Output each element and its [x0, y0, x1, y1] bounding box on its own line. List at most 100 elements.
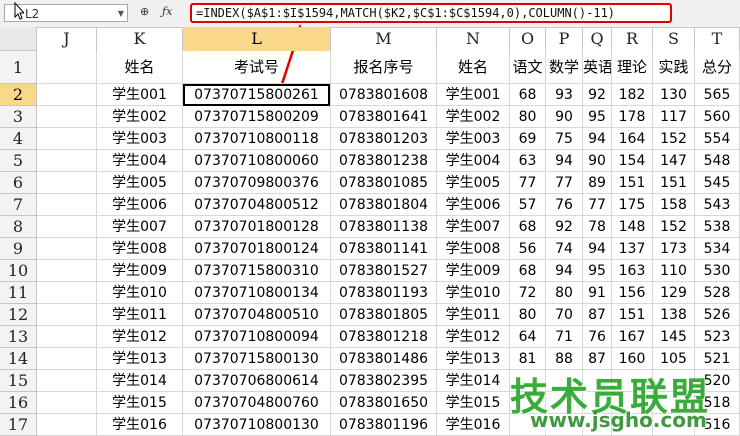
cell-t7[interactable]: 543: [695, 194, 740, 216]
cell-k15[interactable]: 学生014: [97, 370, 183, 392]
cell-l15[interactable]: 07370706800614: [183, 370, 331, 392]
cell-j12[interactable]: [37, 304, 97, 326]
cell-q11[interactable]: 91: [583, 282, 612, 304]
header-cell-m[interactable]: 报名序号: [331, 51, 437, 84]
cell-j11[interactable]: [37, 282, 97, 304]
cell-l6[interactable]: 07370709800376: [183, 172, 331, 194]
header-cell-n[interactable]: 姓名: [437, 51, 510, 84]
cell-o4[interactable]: 69: [510, 128, 546, 150]
cell-q9[interactable]: 94: [583, 238, 612, 260]
row-header-6[interactable]: 6: [0, 172, 37, 194]
cell-l14[interactable]: 07370715800130: [183, 348, 331, 370]
select-all-corner[interactable]: [0, 27, 37, 51]
cell-m10[interactable]: 0783801527: [331, 260, 437, 282]
cell-t6[interactable]: 545: [695, 172, 740, 194]
cell-t10[interactable]: 530: [695, 260, 740, 282]
cell-j17[interactable]: [37, 414, 97, 436]
cell-m15[interactable]: 0783802395: [331, 370, 437, 392]
cell-n2[interactable]: 学生001: [437, 84, 510, 106]
row-header-13[interactable]: 13: [0, 326, 37, 348]
cell-r12[interactable]: 151: [612, 304, 653, 326]
cell-l12[interactable]: 07370704800510: [183, 304, 331, 326]
cell-m16[interactable]: 0783801650: [331, 392, 437, 414]
cell-k11[interactable]: 学生010: [97, 282, 183, 304]
cell-n17[interactable]: 学生016: [437, 414, 510, 436]
cell-k10[interactable]: 学生009: [97, 260, 183, 282]
header-cell-s[interactable]: 实践: [653, 51, 695, 84]
cell-s10[interactable]: 110: [653, 260, 695, 282]
cell-k4[interactable]: 学生003: [97, 128, 183, 150]
cell-q10[interactable]: 95: [583, 260, 612, 282]
cell-k9[interactable]: 学生008: [97, 238, 183, 260]
cell-m9[interactable]: 0783801141: [331, 238, 437, 260]
cell-o10[interactable]: 68: [510, 260, 546, 282]
insert-function-icon[interactable]: ƒx: [162, 5, 172, 18]
cell-q13[interactable]: 76: [583, 326, 612, 348]
cell-j10[interactable]: [37, 260, 97, 282]
column-header-l[interactable]: L: [183, 27, 331, 51]
cell-p4[interactable]: 75: [546, 128, 583, 150]
cell-k17[interactable]: 学生016: [97, 414, 183, 436]
column-header-k[interactable]: K: [97, 27, 183, 51]
cell-n14[interactable]: 学生013: [437, 348, 510, 370]
cell-k3[interactable]: 学生002: [97, 106, 183, 128]
cell-r10[interactable]: 163: [612, 260, 653, 282]
row-header-10[interactable]: 10: [0, 260, 37, 282]
cell-l16[interactable]: 07370704800760: [183, 392, 331, 414]
cell-s8[interactable]: 152: [653, 216, 695, 238]
row-header-11[interactable]: 11: [0, 282, 37, 304]
header-cell-q[interactable]: 英语: [583, 51, 612, 84]
cell-p13[interactable]: 71: [546, 326, 583, 348]
column-header-r[interactable]: R: [612, 27, 653, 51]
cell-o12[interactable]: 80: [510, 304, 546, 326]
row-header-3[interactable]: 3: [0, 106, 37, 128]
header-cell-t[interactable]: 总分: [695, 51, 740, 84]
cell-t11[interactable]: 528: [695, 282, 740, 304]
cell-s2[interactable]: 130: [653, 84, 695, 106]
name-box-dropdown-icon[interactable]: ▼: [118, 5, 124, 23]
cell-p12[interactable]: 70: [546, 304, 583, 326]
cell-m5[interactable]: 0783801238: [331, 150, 437, 172]
cell-n12[interactable]: 学生011: [437, 304, 510, 326]
cell-r9[interactable]: 137: [612, 238, 653, 260]
cell-o11[interactable]: 72: [510, 282, 546, 304]
cell-j6[interactable]: [37, 172, 97, 194]
cell-m6[interactable]: 0783801085: [331, 172, 437, 194]
cell-n8[interactable]: 学生007: [437, 216, 510, 238]
cell-j14[interactable]: [37, 348, 97, 370]
cell-p8[interactable]: 92: [546, 216, 583, 238]
cell-n7[interactable]: 学生006: [437, 194, 510, 216]
cell-t12[interactable]: 526: [695, 304, 740, 326]
column-header-s[interactable]: S: [653, 27, 695, 51]
cell-k6[interactable]: 学生005: [97, 172, 183, 194]
cell-n4[interactable]: 学生003: [437, 128, 510, 150]
cell-j7[interactable]: [37, 194, 97, 216]
cell-o3[interactable]: 80: [510, 106, 546, 128]
cell-t5[interactable]: 548: [695, 150, 740, 172]
cell-j2[interactable]: [37, 84, 97, 106]
column-header-t[interactable]: T: [695, 27, 740, 51]
cell-q4[interactable]: 94: [583, 128, 612, 150]
cell-m17[interactable]: 0783801196: [331, 414, 437, 436]
header-cell-k[interactable]: 姓名: [97, 51, 183, 84]
cell-r8[interactable]: 148: [612, 216, 653, 238]
cell-m4[interactable]: 0783801203: [331, 128, 437, 150]
column-header-p[interactable]: P: [546, 27, 583, 51]
cell-s11[interactable]: 129: [653, 282, 695, 304]
formula-input[interactable]: =INDEX($A$1:$I$1594,MATCH($K2,$C$1:$C$15…: [190, 3, 672, 23]
cell-k8[interactable]: 学生007: [97, 216, 183, 238]
cell-t13[interactable]: 523: [695, 326, 740, 348]
cell-k7[interactable]: 学生006: [97, 194, 183, 216]
cell-q3[interactable]: 95: [583, 106, 612, 128]
cell-l5[interactable]: 07370710800060: [183, 150, 331, 172]
cell-j13[interactable]: [37, 326, 97, 348]
cell-s5[interactable]: 147: [653, 150, 695, 172]
cell-k14[interactable]: 学生013: [97, 348, 183, 370]
cell-j3[interactable]: [37, 106, 97, 128]
cell-m2[interactable]: 0783801608: [331, 84, 437, 106]
cell-j5[interactable]: [37, 150, 97, 172]
cell-l3[interactable]: 07370715800209: [183, 106, 331, 128]
column-header-n[interactable]: N: [437, 27, 510, 51]
cell-k16[interactable]: 学生015: [97, 392, 183, 414]
cell-q12[interactable]: 87: [583, 304, 612, 326]
